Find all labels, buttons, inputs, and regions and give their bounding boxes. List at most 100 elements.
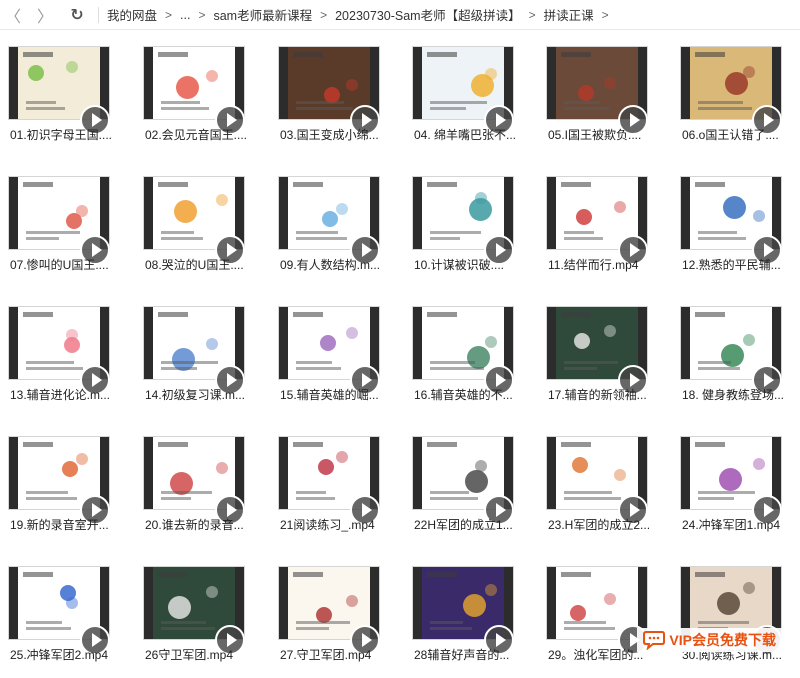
nav-divider bbox=[98, 6, 99, 23]
file-name[interactable]: 25.冲锋军团2.mp4 bbox=[10, 646, 132, 663]
file-name[interactable]: 06.o国王认错了.... bbox=[682, 126, 800, 143]
vip-download-badge[interactable]: VIP会员免费下载 bbox=[637, 628, 782, 652]
file-item[interactable]: 21阅读练习_.mp4 bbox=[278, 420, 408, 550]
file-name[interactable]: 05.I国王被欺负.... bbox=[548, 126, 670, 143]
file-item[interactable]: 26守卫军团.mp4 bbox=[143, 550, 273, 678]
file-item[interactable]: 22H军团的成立1... bbox=[412, 420, 542, 550]
breadcrumb-item-my-drive[interactable]: 我的网盘 bbox=[107, 5, 157, 24]
file-name[interactable]: 04. 绵羊嘴巴张不... bbox=[414, 126, 536, 143]
slide-text-line bbox=[161, 107, 209, 110]
breadcrumb-item-super-phonics[interactable]: 20230730-Sam老师【超级拼读】 bbox=[335, 5, 520, 24]
slide-text-line bbox=[698, 231, 737, 234]
file-name[interactable]: 03.国王变成小绵... bbox=[280, 126, 402, 143]
file-name[interactable]: 13.辅音进化论.m... bbox=[10, 386, 132, 403]
slide-illustration bbox=[66, 329, 78, 341]
file-name[interactable]: 08.哭泣的U国王.... bbox=[145, 256, 267, 273]
slide-illustration bbox=[66, 597, 78, 609]
file-name[interactable]: 27.守卫军团.mp4 bbox=[280, 646, 402, 663]
slide-illustration bbox=[743, 334, 755, 346]
slide-illustration bbox=[719, 468, 742, 491]
slide-title-mark bbox=[427, 572, 457, 577]
file-name[interactable]: 28辅音好声音的... bbox=[414, 646, 536, 663]
file-item[interactable]: 28辅音好声音的... bbox=[412, 550, 542, 678]
file-name[interactable]: 10.计谋被识破.... bbox=[414, 256, 536, 273]
refresh-icon[interactable]: ↻ bbox=[66, 4, 88, 26]
slide-illustration bbox=[216, 194, 228, 206]
slide-illustration bbox=[572, 457, 588, 473]
breadcrumb-item-sam-courses[interactable]: sam老师最新课程 bbox=[213, 5, 312, 24]
file-item[interactable]: 05.I国王被欺负.... bbox=[546, 30, 676, 160]
file-item[interactable]: 16.辅音英雄的不... bbox=[412, 290, 542, 420]
file-item[interactable]: 17.辅音的新领袖... bbox=[546, 290, 676, 420]
file-name[interactable]: 12.熟悉的平民辅... bbox=[682, 256, 800, 273]
file-item[interactable]: 19.新的录音室开... bbox=[8, 420, 138, 550]
file-item[interactable]: 08.哭泣的U国王.... bbox=[143, 160, 273, 290]
breadcrumb-item-ellipsis[interactable]: ... bbox=[180, 8, 190, 22]
thumbnail-letterbox-left bbox=[9, 307, 18, 379]
thumbnail-letterbox-left bbox=[413, 177, 422, 249]
file-name[interactable]: 18. 健身教练登场... bbox=[682, 386, 800, 403]
slide-illustration bbox=[753, 210, 765, 222]
file-item[interactable]: 02.会见元音国王.... bbox=[143, 30, 273, 160]
file-item[interactable]: 03.国王变成小绵... bbox=[278, 30, 408, 160]
file-item[interactable]: 06.o国王认错了.... bbox=[680, 30, 800, 160]
thumbnail-letterbox-left bbox=[413, 437, 422, 509]
file-name[interactable]: 02.会见元音国王.... bbox=[145, 126, 267, 143]
file-name[interactable]: 19.新的录音室开... bbox=[10, 516, 132, 533]
slide-text-line bbox=[296, 621, 350, 624]
file-name[interactable]: 15.辅音英雄的崛... bbox=[280, 386, 402, 403]
slide-text-line bbox=[26, 361, 74, 364]
file-name[interactable]: 20.谁去新的录音... bbox=[145, 516, 267, 533]
file-name[interactable]: 11.结伴而行.mp4 bbox=[548, 256, 670, 273]
back-arrow-icon[interactable]: 〈 bbox=[2, 4, 24, 26]
file-item[interactable]: 20.谁去新的录音... bbox=[143, 420, 273, 550]
thumbnail-letterbox-left bbox=[547, 177, 556, 249]
slide-title-mark bbox=[23, 442, 53, 447]
slide-illustration bbox=[216, 462, 228, 474]
file-item[interactable]: 07.惨叫的U国王.... bbox=[8, 160, 138, 290]
file-item[interactable]: 11.结伴而行.mp4 bbox=[546, 160, 676, 290]
file-item[interactable]: 27.守卫军团.mp4 bbox=[278, 550, 408, 678]
file-item[interactable]: 12.熟悉的平民辅... bbox=[680, 160, 800, 290]
file-name[interactable]: 07.惨叫的U国王.... bbox=[10, 256, 132, 273]
slide-title-mark bbox=[293, 312, 323, 317]
file-name[interactable]: 21阅读练习_.mp4 bbox=[280, 516, 402, 533]
slide-illustration bbox=[206, 586, 218, 598]
file-name[interactable]: 09.有人数结构.m... bbox=[280, 256, 402, 273]
file-name[interactable]: 26守卫军团.mp4 bbox=[145, 646, 267, 663]
file-item[interactable]: 24.冲锋军团1.mp4 bbox=[680, 420, 800, 550]
file-item[interactable]: 14.初级复习课.m... bbox=[143, 290, 273, 420]
file-item[interactable]: 30.阅读练习课.m... bbox=[680, 550, 800, 678]
slide-illustration bbox=[604, 593, 616, 605]
file-name[interactable]: 14.初级复习课.m... bbox=[145, 386, 267, 403]
thumbnail-letterbox-left bbox=[9, 567, 18, 639]
forward-arrow-icon[interactable]: 〉 bbox=[34, 4, 56, 26]
breadcrumb-separator-icon: > bbox=[165, 7, 173, 22]
file-item[interactable]: 01.初识字母王国.... bbox=[8, 30, 138, 160]
file-name[interactable]: 16.辅音英雄的不... bbox=[414, 386, 536, 403]
slide-illustration bbox=[574, 333, 590, 349]
slide-text-line bbox=[698, 361, 731, 364]
slide-title-mark bbox=[561, 312, 591, 317]
file-item[interactable]: 18. 健身教练登场... bbox=[680, 290, 800, 420]
file-item[interactable]: 04. 绵羊嘴巴张不... bbox=[412, 30, 542, 160]
file-item[interactable]: 10.计谋被识破.... bbox=[412, 160, 542, 290]
vip-download-text: VIP会员免费下载 bbox=[669, 632, 776, 648]
file-item[interactable]: 09.有人数结构.m... bbox=[278, 160, 408, 290]
slide-illustration bbox=[318, 459, 334, 475]
file-name[interactable]: 17.辅音的新领袖... bbox=[548, 386, 670, 403]
file-name[interactable]: 23.H军团的成立2... bbox=[548, 516, 670, 533]
slide-title-mark bbox=[695, 182, 725, 187]
file-name[interactable]: 24.冲锋军团1.mp4 bbox=[682, 516, 800, 533]
slide-title-mark bbox=[158, 52, 188, 57]
thumbnail-letterbox-left bbox=[681, 47, 690, 119]
file-item[interactable]: 13.辅音进化论.m... bbox=[8, 290, 138, 420]
file-name[interactable]: 01.初识字母王国.... bbox=[10, 126, 132, 143]
file-item[interactable]: 25.冲锋军团2.mp4 bbox=[8, 550, 138, 678]
slide-illustration bbox=[336, 203, 348, 215]
file-item[interactable]: 15.辅音英雄的崛... bbox=[278, 290, 408, 420]
breadcrumb-item-current-folder[interactable]: 拼读正课 bbox=[544, 5, 594, 24]
file-item[interactable]: 29。浊化军团的... bbox=[546, 550, 676, 678]
file-item[interactable]: 23.H军团的成立2... bbox=[546, 420, 676, 550]
file-name[interactable]: 22H军团的成立1... bbox=[414, 516, 536, 533]
